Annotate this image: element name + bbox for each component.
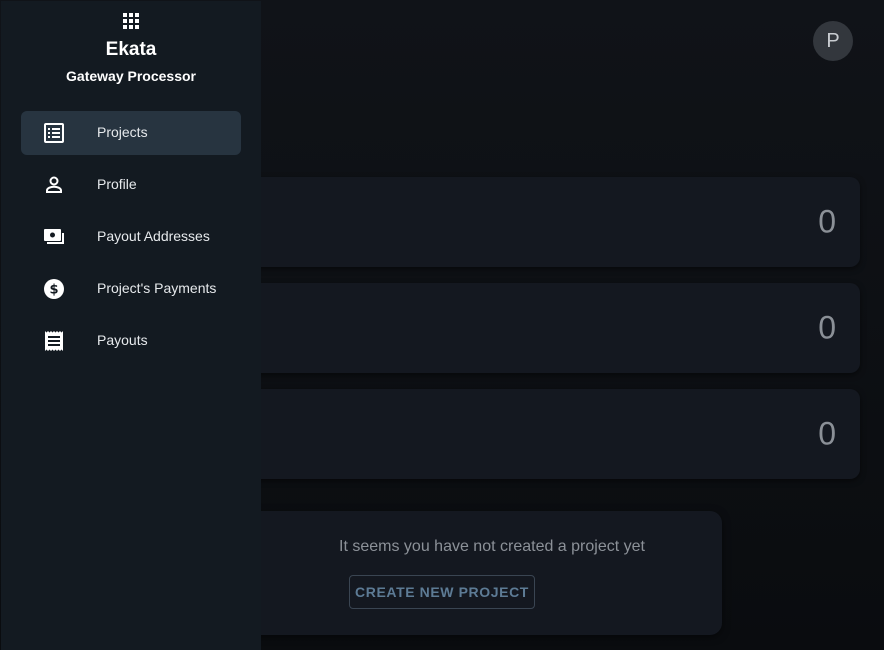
sidebar-item-projects-payments[interactable]: $ Project's Payments <box>21 267 241 311</box>
stat-value: 0 <box>818 203 836 240</box>
stat-card-2: 0 <box>200 283 860 373</box>
stat-value: 0 <box>818 309 836 346</box>
brand-title: Ekata <box>105 39 157 60</box>
sidebar-item-profile[interactable]: Profile <box>21 163 241 207</box>
money-icon <box>44 229 64 244</box>
sidebar-item-label: Project's Payments <box>97 280 217 296</box>
svg-text:$: $ <box>49 283 58 298</box>
brand-subtitle: Gateway Processor <box>66 68 196 84</box>
sidebar-item-label: Profile <box>97 176 137 192</box>
sidebar-item-projects[interactable]: Projects <box>21 111 241 155</box>
user-avatar[interactable]: P <box>813 21 853 61</box>
stat-card-1: 0 <box>200 177 860 267</box>
sidebar-item-payout-addresses[interactable]: Payout Addresses <box>21 215 241 259</box>
apps-grid-icon <box>123 13 139 29</box>
person-icon <box>46 176 62 193</box>
sidebar-item-label: Payout Addresses <box>97 228 210 244</box>
sidebar-item-payouts[interactable]: Payouts <box>21 319 241 363</box>
dollar-circle-icon: $ <box>44 279 64 299</box>
sidebar-item-label: Projects <box>97 124 148 140</box>
receipt-icon <box>45 331 63 351</box>
stat-value: 0 <box>818 415 836 452</box>
sidebar: Ekata Gateway Processor Projects Profile <box>1 1 261 650</box>
list-icon <box>44 123 64 143</box>
sidebar-item-label: Payouts <box>97 332 148 348</box>
avatar-initial: P <box>826 29 840 52</box>
create-new-project-button[interactable]: CREATE NEW PROJECT <box>349 575 535 609</box>
app-root: P 0 0 0 It seems you have not created a … <box>0 0 884 650</box>
empty-projects-card: It seems you have not created a project … <box>200 511 722 635</box>
stat-card-3: 0 <box>200 389 860 479</box>
empty-state-message: It seems you have not created a project … <box>339 538 645 555</box>
